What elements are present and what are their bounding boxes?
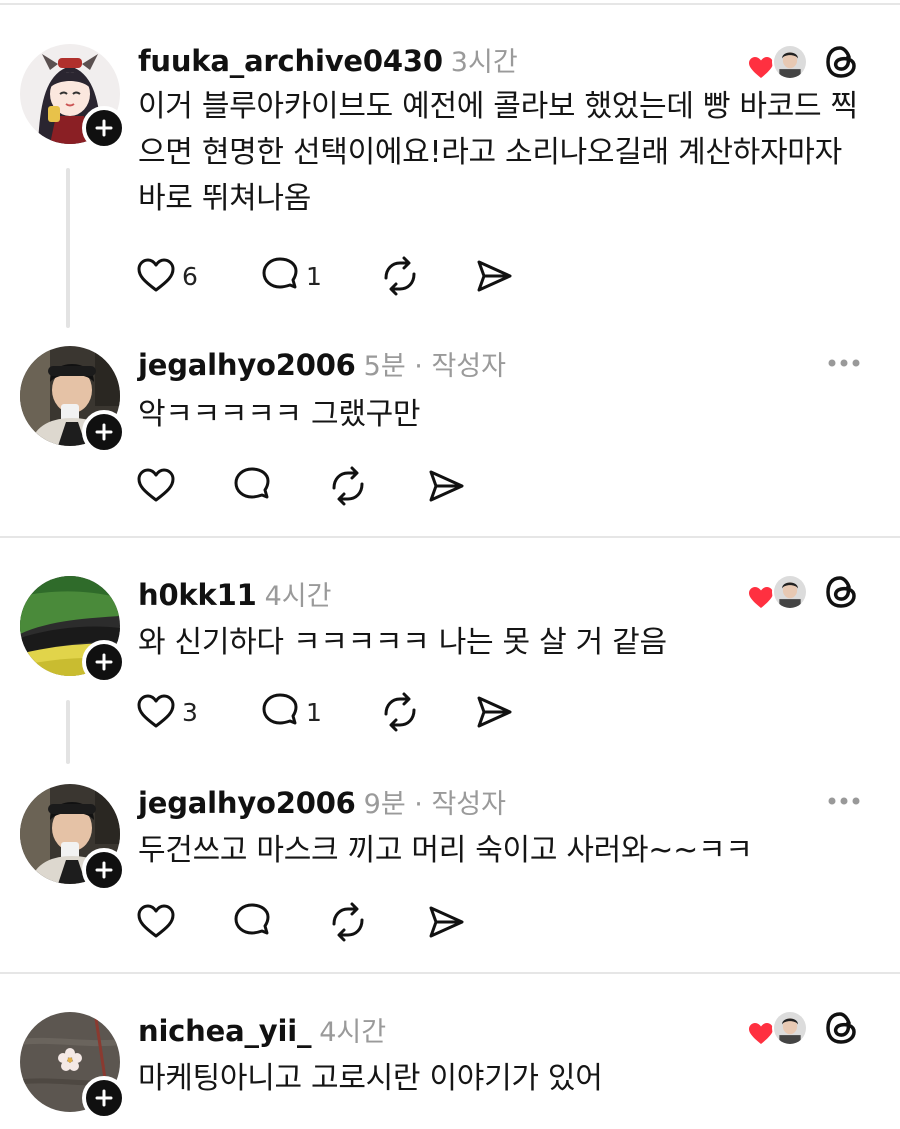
post-header: jegalhyo2006 5분 · 작성자 <box>138 344 506 383</box>
post-text: 악ㅋㅋㅋㅋㅋ 그랬구만 <box>138 397 421 432</box>
reactor-avatar <box>772 44 808 80</box>
timestamp: 4시간 <box>319 1017 387 1048</box>
follow-plus-icon[interactable] <box>82 106 126 150</box>
like-count: 3 <box>182 697 198 727</box>
reply-button[interactable]: 1 <box>258 690 322 734</box>
like-button[interactable]: 6 <box>134 254 198 298</box>
heart-icon <box>137 258 175 292</box>
liked-by-author-indicator <box>748 1008 808 1048</box>
post-header: h0kk11 4시간 <box>138 574 331 613</box>
timestamp-author: 9분 · 작성자 <box>363 789 506 820</box>
liked-by-author-indicator <box>748 572 808 612</box>
repost-icon <box>384 692 416 732</box>
comment-icon <box>262 693 298 725</box>
threads-logo-icon[interactable] <box>822 572 862 612</box>
repost-button[interactable] <box>378 690 422 734</box>
divider <box>0 972 900 974</box>
post-text: 마케팅아니고 고로시란 이야기가 있어 <box>138 1061 603 1096</box>
follow-plus-icon[interactable] <box>82 410 126 454</box>
username[interactable]: fuuka_archive0430 <box>138 44 443 78</box>
timestamp: 4시간 <box>264 581 332 612</box>
red-heart-icon <box>749 587 773 608</box>
post-header: fuuka_archive0430 3시간 <box>138 40 518 79</box>
timestamp: 3시간 <box>450 47 518 78</box>
repost-icon <box>384 256 416 296</box>
follow-plus-icon[interactable] <box>82 848 126 892</box>
repost-button[interactable] <box>326 900 370 944</box>
reply-button[interactable]: 1 <box>258 254 322 298</box>
like-button[interactable]: 3 <box>134 690 198 734</box>
reply-count: 1 <box>306 697 322 727</box>
heart-icon <box>137 694 175 728</box>
post-text: 이거 블루아카이브도 예전에 콜라보 했었는데 빵 바코드 찍으면 현명한 선택… <box>138 89 858 216</box>
post-text: 와 신기하다 ㅋㅋㅋㅋㅋ 나는 못 살 거 같음 <box>138 625 667 660</box>
threads-logo-icon[interactable] <box>822 1008 862 1048</box>
post-header: nichea_yii_ 4시간 <box>138 1010 386 1049</box>
comment-icon <box>234 467 270 499</box>
post-header: jegalhyo2006 9분 · 작성자 <box>138 782 506 821</box>
reply-button[interactable] <box>230 900 274 944</box>
repost-icon <box>332 466 364 506</box>
follow-plus-icon[interactable] <box>82 1076 126 1120</box>
share-button[interactable] <box>424 464 468 508</box>
send-icon <box>477 260 512 292</box>
threads-logo-icon[interactable] <box>822 42 862 82</box>
follow-plus-icon[interactable] <box>82 640 126 684</box>
red-heart-icon <box>749 1023 773 1044</box>
post-text: 두건쓰고 마스크 끼고 머리 숙이고 사러와~~ㅋㅋ <box>138 833 753 868</box>
thread-line <box>66 700 70 764</box>
more-options-icon[interactable] <box>826 795 862 807</box>
reactor-avatar <box>772 574 808 610</box>
reply-count: 1 <box>306 261 322 291</box>
like-button[interactable] <box>134 464 178 508</box>
like-count: 6 <box>182 261 198 291</box>
repost-button[interactable] <box>326 464 370 508</box>
divider <box>0 536 900 538</box>
username[interactable]: jegalhyo2006 <box>138 348 356 382</box>
liked-by-author-indicator <box>748 42 808 82</box>
username[interactable]: h0kk11 <box>138 578 257 612</box>
send-icon <box>429 906 464 938</box>
send-icon <box>477 696 512 728</box>
send-icon <box>429 470 464 502</box>
share-button[interactable] <box>424 900 468 944</box>
repost-icon <box>332 902 364 942</box>
like-button[interactable] <box>134 900 178 944</box>
repost-button[interactable] <box>378 254 422 298</box>
username[interactable]: jegalhyo2006 <box>138 786 356 820</box>
heart-icon <box>137 904 175 938</box>
share-button[interactable] <box>472 254 516 298</box>
reply-button[interactable] <box>230 464 274 508</box>
heart-icon <box>137 468 175 502</box>
comment-icon <box>262 257 298 289</box>
timestamp-author: 5분 · 작성자 <box>363 351 506 382</box>
comment-icon <box>234 903 270 935</box>
thread-line <box>66 168 70 328</box>
top-divider <box>0 3 900 5</box>
red-heart-icon <box>749 57 773 78</box>
more-options-icon[interactable] <box>826 357 862 369</box>
reactor-avatar <box>772 1010 808 1046</box>
share-button[interactable] <box>472 690 516 734</box>
username[interactable]: nichea_yii_ <box>138 1014 311 1048</box>
